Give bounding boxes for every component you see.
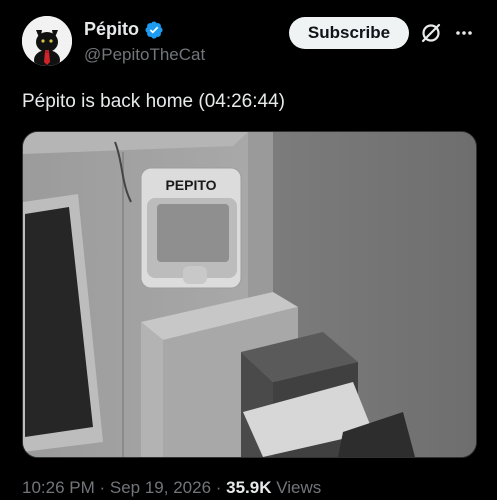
meta-separator: · — [94, 478, 110, 497]
tweet-text: Pépito is back home (04:26:44) — [22, 91, 285, 112]
cat-flap-label: PEPITO — [165, 177, 216, 193]
author-name-row: Pépito — [84, 19, 164, 40]
meta-separator: · — [211, 478, 227, 497]
avatar[interactable] — [22, 16, 72, 66]
verified-badge-icon[interactable] — [144, 20, 164, 40]
author-handle[interactable]: @PepitoTheCat — [84, 45, 205, 65]
more-options-icon[interactable] — [452, 22, 476, 44]
views-label: Views — [271, 478, 322, 497]
subscribe-button[interactable]: Subscribe — [289, 17, 409, 49]
tweet-time[interactable]: 10:26 PM — [22, 478, 95, 497]
cat-avatar-icon — [22, 16, 72, 66]
tweet-date[interactable]: Sep 19, 2026 — [110, 478, 211, 497]
author-display-name[interactable]: Pépito — [84, 19, 139, 40]
tweet-meta: 10:26 PM · Sep 19, 2026 · 35.9K Views — [22, 478, 321, 498]
grok-icon[interactable] — [419, 21, 443, 45]
views-count[interactable]: 35.9K — [226, 478, 271, 497]
tweet-media-image[interactable]: PEPITO — [22, 131, 477, 458]
cat-door-photo: PEPITO — [23, 132, 476, 457]
